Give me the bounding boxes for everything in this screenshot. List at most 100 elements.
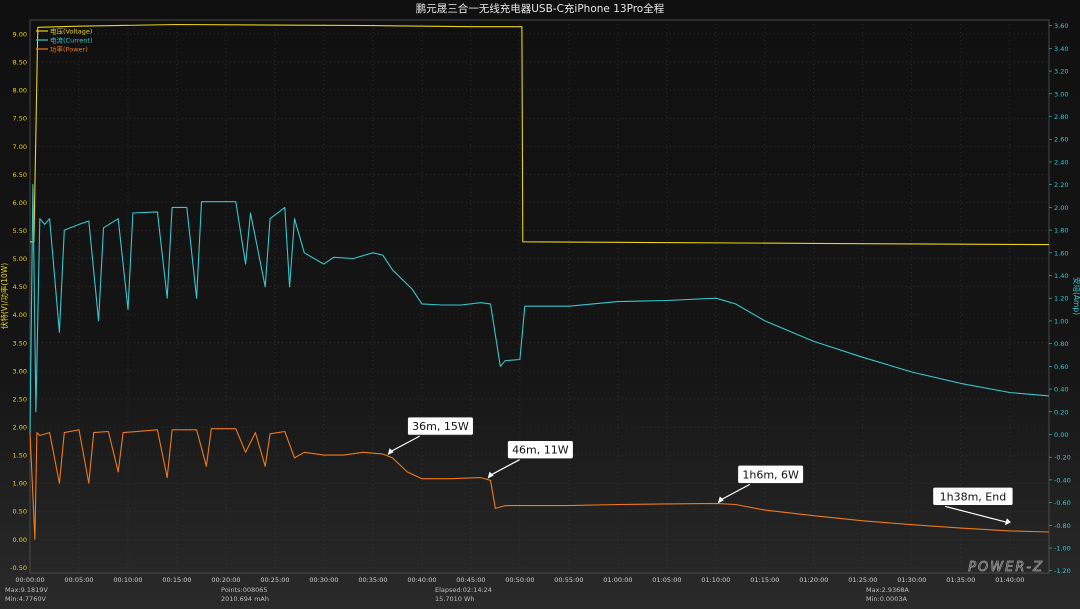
- right-axis-label: 安培(Amp): [1072, 277, 1080, 315]
- callout-label-3: 1h38m, End: [940, 490, 1007, 503]
- callout-arrow-1: [489, 459, 520, 477]
- x-tick-label: 00:15:00: [162, 576, 191, 584]
- right-tick-label: -0.60: [1054, 499, 1071, 507]
- callout-arrow-3: [944, 505, 1008, 523]
- series-line-1: [29, 184, 1050, 435]
- left-tick-label: 4.50: [13, 283, 27, 291]
- footer-capacity: 2010.694 mAh: [221, 594, 269, 603]
- x-tick-label: 01:00:00: [603, 576, 632, 584]
- footer-elapsed: Elapsed:02:14:24: [435, 586, 492, 594]
- x-tick-label: 01:20:00: [799, 576, 828, 584]
- x-tick-label: 01:15:00: [750, 576, 779, 584]
- left-axis: 9.00 8.50 8.00 7.50 7.00 6.50 6.00 5.50 5.00 4.50…: [10, 31, 27, 572]
- legend-label-0: 电压(Voltage): [50, 27, 92, 36]
- x-tick-label: 00:20:00: [211, 576, 240, 584]
- right-tick-label: -1.00: [1054, 545, 1071, 553]
- right-tick-label: 1.80: [1054, 227, 1068, 235]
- left-tick-label: 3.00: [13, 367, 27, 375]
- right-tick-label: 3.40: [1054, 45, 1068, 53]
- series-layer: [29, 23, 1050, 540]
- series-line-0: [30, 23, 1050, 246]
- left-tick-label: 9.00: [13, 31, 27, 39]
- right-tick-label: 2.20: [1054, 181, 1068, 189]
- grid: [29, 19, 1050, 574]
- right-tick-label: -0.40: [1054, 476, 1071, 484]
- left-tick-label: 8.00: [13, 87, 27, 95]
- x-tick-label: 01:35:00: [946, 576, 975, 584]
- x-tick-label: 00:40:00: [407, 576, 436, 584]
- x-tick-label: 00:50:00: [505, 576, 534, 584]
- x-axis: 00:00:00 00:05:00 00:10:00 00:15:00 00:20:00…: [15, 576, 1024, 584]
- right-tick-label: 2.60: [1054, 136, 1068, 144]
- left-tick-label: 6.00: [13, 199, 27, 207]
- legend-label-1: 电流(Current): [50, 36, 93, 45]
- left-axis-label: 伏特(V)/功率(10W): [0, 263, 9, 329]
- x-tick-label: 01:05:00: [652, 576, 681, 584]
- x-tick-label: 00:25:00: [260, 576, 289, 584]
- right-tick-label: 0.20: [1054, 408, 1068, 416]
- left-tick-label: 2.50: [13, 395, 27, 403]
- left-tick-label: 0.50: [13, 508, 27, 516]
- right-tick-label: -0.20: [1054, 454, 1071, 462]
- right-tick-label: 3.00: [1054, 90, 1068, 98]
- footer-current-min: Min:0.0003A: [866, 594, 907, 603]
- plot-frame: [29, 19, 1050, 574]
- legend: 电压(Voltage)电流(Current)功率(Power): [36, 27, 93, 54]
- callout-arrowhead-0: [387, 448, 394, 456]
- x-tick-label: 00:00:00: [15, 576, 44, 584]
- left-tick-label: 7.50: [13, 115, 27, 123]
- chart-title: 鹏元晟三合一无线充电器USB-C充iPhone 13Pro全程: [416, 2, 665, 15]
- footer-voltage-min: Min:4.7760V: [5, 594, 46, 603]
- right-tick-label: 2.80: [1054, 113, 1068, 121]
- left-tick-label: 7.00: [13, 143, 27, 151]
- x-tick-label: 00:05:00: [64, 576, 93, 584]
- footer-current-max: Max:2.9368A: [866, 586, 909, 594]
- footer-energy: 15.7010 Wh: [435, 594, 475, 603]
- right-tick-label: -1.20: [1054, 567, 1071, 575]
- callout-label-2: 1h6m, 6W: [742, 468, 799, 481]
- callout-arrowhead-1: [487, 471, 494, 479]
- right-tick-label: 1.60: [1054, 249, 1068, 257]
- right-tick-label: 0.80: [1054, 340, 1068, 348]
- left-tick-label: 0.00: [13, 536, 27, 544]
- left-tick-label: 1.00: [13, 480, 27, 488]
- footer-voltage-max: Max:9.1819V: [5, 586, 48, 594]
- chart-svg: 鹏元晟三合一无线充电器USB-C充iPhone 13Pro全程 9.00 8.50…: [0, 2, 1080, 584]
- annotations: 36m, 15W 46m, 11W 1h6m, 6W 1h38m, End: [387, 416, 1014, 526]
- x-tick-label: 00:10:00: [113, 576, 142, 584]
- x-tick-label: 01:25:00: [848, 576, 877, 584]
- right-tick-label: 3.20: [1054, 68, 1068, 76]
- x-tick-label: 01:30:00: [897, 576, 926, 584]
- left-tick-label: -0.50: [10, 564, 27, 572]
- watermark-logo: POWER-Z: [968, 560, 1044, 575]
- callout-arrow-2: [719, 483, 751, 501]
- left-tick-label: 5.50: [13, 227, 27, 235]
- callout-arrowhead-2: [717, 496, 724, 504]
- right-tick-label: 2.00: [1054, 204, 1068, 212]
- footer-points-stats: Points:008065 2010.694 mAh: [221, 586, 269, 603]
- footer-elapsed-stats: Elapsed:02:14:24 15.7010 Wh: [435, 586, 492, 603]
- right-tick-label: 0.60: [1054, 363, 1068, 371]
- left-tick-label: 2.00: [13, 424, 27, 432]
- callout-label-1: 46m, 11W: [512, 444, 569, 457]
- left-tick-label: 6.50: [13, 171, 27, 179]
- x-tick-label: 00:45:00: [456, 576, 485, 584]
- legend-label-2: 功率(Power): [50, 45, 88, 54]
- left-tick-label: 3.50: [13, 339, 27, 347]
- right-tick-label: 1.00: [1054, 317, 1068, 325]
- right-tick-label: 3.60: [1054, 22, 1068, 30]
- right-tick-label: 1.20: [1054, 295, 1068, 303]
- footer-current-stats: Max:2.9368A Min:0.0003A: [866, 586, 909, 603]
- footer-voltage-stats: Max:9.1819V Min:4.7760V: [5, 586, 48, 603]
- x-tick-label: 00:30:00: [309, 576, 338, 584]
- right-tick-label: 1.40: [1054, 272, 1068, 280]
- left-tick-label: 4.00: [13, 311, 27, 319]
- left-tick-label: 5.00: [13, 255, 27, 263]
- x-tick-label: 01:40:00: [995, 576, 1024, 584]
- callout-label-0: 36m, 15W: [412, 420, 469, 433]
- chart-stage: 鹏元晟三合一无线充电器USB-C充iPhone 13Pro全程 9.00 8.50…: [0, 0, 1080, 609]
- callout-arrow-0: [389, 435, 420, 453]
- x-tick-label: 01:10:00: [701, 576, 730, 584]
- right-tick-label: 0.00: [1054, 431, 1068, 439]
- x-tick-label: 00:55:00: [554, 576, 583, 584]
